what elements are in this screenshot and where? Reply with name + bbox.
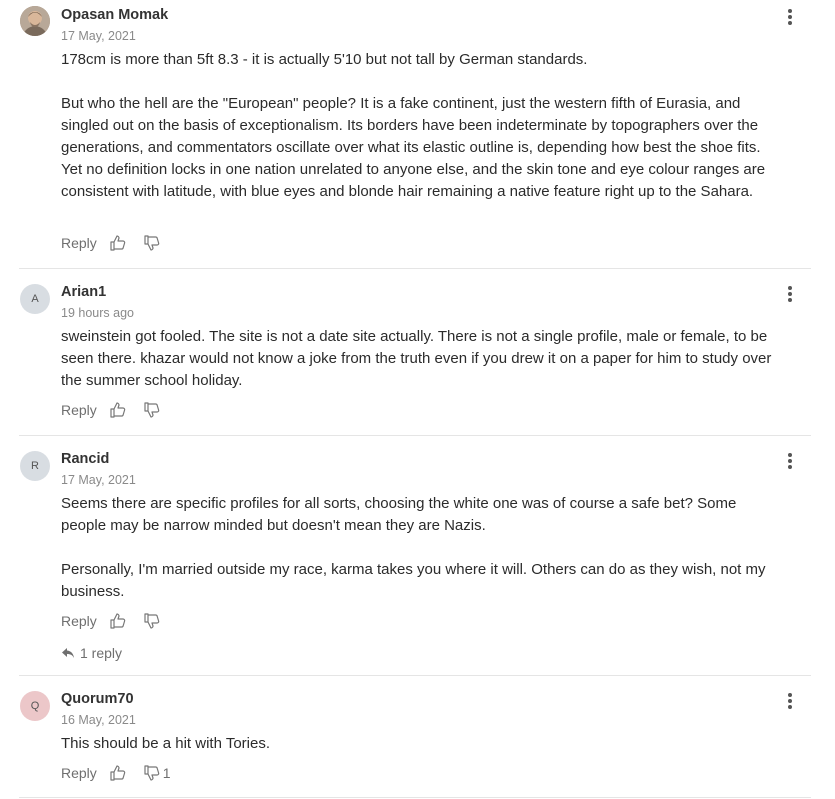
thumbs-down-icon[interactable] — [143, 401, 161, 419]
reply-button[interactable]: Reply — [61, 765, 97, 781]
comment-paragraph: But who the hell are the "European" peop… — [61, 95, 766, 200]
comment-author[interactable]: Rancid — [61, 451, 109, 467]
comment-paragraph: This should be a hit with Tories. — [61, 735, 270, 752]
divider — [19, 435, 811, 436]
avatar[interactable] — [20, 6, 50, 36]
more-options-icon[interactable] — [782, 8, 798, 26]
thumbs-down-icon[interactable] — [143, 764, 161, 782]
avatar[interactable]: A — [20, 284, 50, 314]
thumbs-down-icon[interactable] — [143, 234, 161, 252]
comment-author[interactable]: Opasan Momak — [61, 7, 168, 23]
comment-body: sweinstein got fooled. The site is not a… — [61, 326, 781, 392]
divider — [19, 797, 811, 798]
comment-paragraph: Personally, I'm married outside my race,… — [61, 561, 766, 600]
comment-time: 17 May, 2021 — [61, 473, 136, 487]
thumbs-up-icon[interactable] — [109, 612, 127, 630]
reply-button[interactable]: Reply — [61, 402, 97, 418]
dislike-count: 1 — [162, 765, 171, 781]
comment-actions: Reply — [61, 234, 177, 252]
reply-arrow-icon — [62, 648, 74, 658]
comment-paragraph: sweinstein got fooled. The site is not a… — [61, 328, 772, 389]
comment-actions: Reply — [61, 401, 177, 419]
more-options-icon[interactable] — [782, 692, 798, 710]
thumbs-up-icon[interactable] — [109, 764, 127, 782]
comment-body: This should be a hit with Tories. — [61, 733, 781, 755]
comment-body: Seems there are specific profiles for al… — [61, 493, 781, 603]
comment-time: 16 May, 2021 — [61, 713, 136, 727]
comment-actions: Reply — [61, 612, 177, 630]
more-options-icon[interactable] — [782, 285, 798, 303]
avatar[interactable]: Q — [20, 691, 50, 721]
comment-body: 178cm is more than 5ft 8.3 - it is actua… — [61, 49, 781, 203]
comment-actions: Reply 1 — [61, 764, 181, 782]
divider — [19, 675, 811, 676]
reply-button[interactable]: Reply — [61, 235, 97, 251]
comment-paragraph: Seems there are specific profiles for al… — [61, 495, 737, 534]
comment-author[interactable]: Arian1 — [61, 284, 106, 300]
reply-button[interactable]: Reply — [61, 613, 97, 629]
divider — [19, 268, 811, 269]
avatar[interactable]: R — [20, 451, 50, 481]
thumbs-up-icon[interactable] — [109, 234, 127, 252]
thumbs-up-icon[interactable] — [109, 401, 127, 419]
thumbs-down-icon[interactable] — [143, 612, 161, 630]
comment-paragraph: 178cm is more than 5ft 8.3 - it is actua… — [61, 51, 588, 68]
user-photo-icon — [20, 6, 50, 36]
more-options-icon[interactable] — [782, 452, 798, 470]
comment-time: 19 hours ago — [61, 306, 134, 320]
replies-count: 1 reply — [80, 645, 123, 661]
comment-author[interactable]: Quorum70 — [61, 691, 134, 707]
comment-time: 17 May, 2021 — [61, 29, 136, 43]
view-replies-link[interactable]: 1 reply — [61, 645, 122, 661]
